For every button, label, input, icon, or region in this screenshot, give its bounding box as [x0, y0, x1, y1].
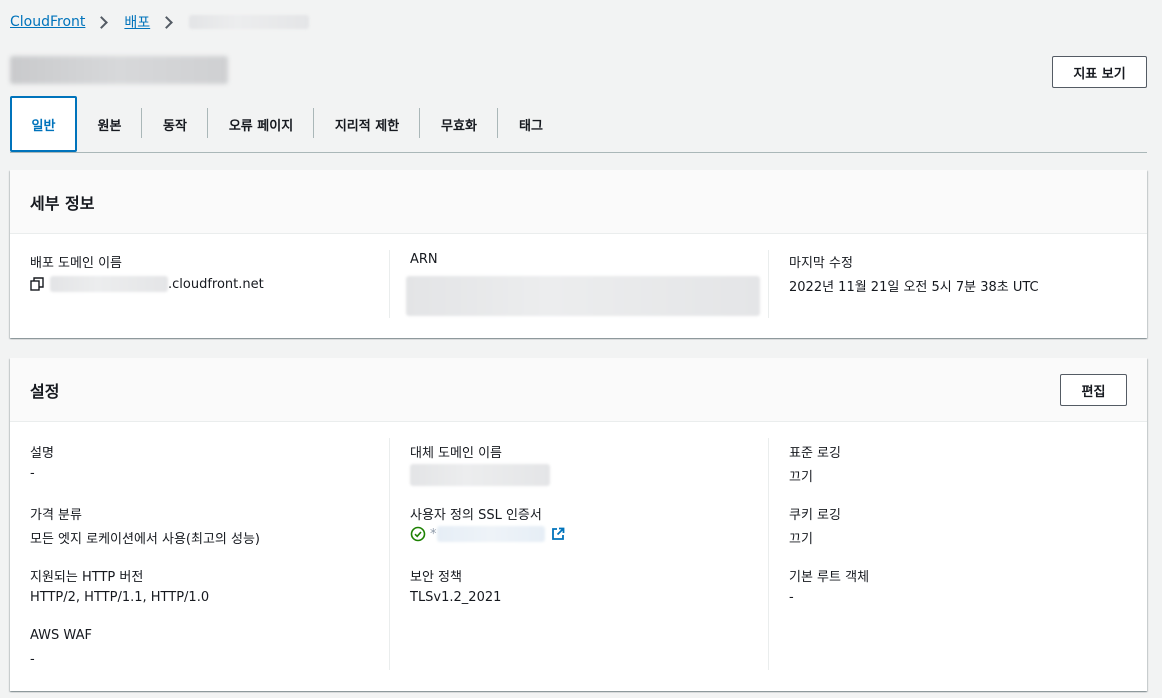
ssl-certificate-prefix: * [430, 526, 437, 542]
ssl-certificate-value: * [410, 526, 565, 542]
tab-geo-restriction[interactable]: 지리적 제한 [314, 96, 420, 152]
description-label: 설명 [30, 446, 54, 461]
column-divider [768, 438, 769, 670]
edit-button[interactable]: 편집 [1060, 374, 1127, 406]
external-link-icon[interactable] [551, 527, 565, 541]
column-divider [389, 438, 390, 670]
security-policy-value: TLSv1.2_2021 [410, 590, 502, 605]
tab-tags[interactable]: 태그 [498, 96, 564, 152]
domain-name-value: .cloudfront.net [30, 276, 264, 292]
check-circle-icon [410, 526, 426, 542]
tab-invalidations[interactable]: 무효화 [420, 96, 498, 152]
view-metrics-button[interactable]: 지표 보기 [1052, 56, 1147, 88]
column-divider [768, 250, 769, 318]
aws-waf-value: - [30, 652, 35, 667]
last-modified-value: 2022년 11월 21일 오전 5시 7분 38초 UTC [789, 280, 1039, 295]
page-title-redacted [10, 56, 228, 84]
http-versions-value: HTTP/2, HTTP/1.1, HTTP/1.0 [30, 590, 210, 605]
settings-panel: 설정 편집 설명 - 가격 분류 모든 엣지 로케이션에서 사용(최고의 성능)… [10, 358, 1147, 691]
breadcrumb: CloudFront 배포 [10, 12, 310, 32]
column-divider [389, 250, 390, 318]
tab-bar: 일반 원본 동작 오류 페이지 지리적 제한 무효화 태그 [10, 96, 1147, 153]
tab-general[interactable]: 일반 [10, 96, 77, 152]
details-title: 세부 정보 [30, 194, 95, 213]
tab-label: 지리적 제한 [334, 118, 400, 134]
chevron-right-icon [160, 15, 174, 29]
domain-name-label: 배포 도메인 이름 [30, 256, 122, 271]
tab-behaviors[interactable]: 동작 [142, 96, 208, 152]
default-root-object-value: - [789, 590, 794, 605]
tab-origins[interactable]: 원본 [77, 96, 142, 152]
arn-label: ARN [410, 252, 438, 267]
cookie-logging-label: 쿠키 로깅 [789, 508, 841, 523]
settings-title: 설정 [30, 382, 60, 401]
alternate-domain-label: 대체 도메인 이름 [410, 446, 502, 461]
standard-logging-label: 표준 로깅 [789, 446, 841, 461]
chevron-right-icon [95, 15, 109, 29]
domain-suffix: .cloudfront.net [168, 276, 264, 292]
domain-prefix-redacted [50, 276, 168, 292]
details-panel: 세부 정보 배포 도메인 이름 .cloudfront.net ARN 마지막 … [10, 170, 1147, 338]
last-modified-label: 마지막 수정 [789, 256, 853, 271]
breadcrumb-cloudfront-link[interactable]: CloudFront [10, 14, 85, 30]
price-class-label: 가격 분류 [30, 508, 82, 523]
tab-label: 동작 [163, 118, 187, 134]
standard-logging-value: 끄기 [789, 470, 813, 485]
ssl-certificate-id-redacted[interactable] [436, 526, 545, 542]
tab-error-pages[interactable]: 오류 페이지 [208, 96, 314, 152]
tab-label: 원본 [97, 118, 122, 134]
description-value: - [30, 466, 35, 481]
tab-label: 오류 페이지 [228, 118, 294, 134]
aws-waf-label: AWS WAF [30, 628, 92, 643]
cookie-logging-value: 끄기 [789, 532, 813, 547]
arn-value-redacted [406, 276, 760, 316]
default-root-object-label: 기본 루트 객체 [789, 570, 870, 585]
breadcrumb-distributions-link[interactable]: 배포 [124, 12, 150, 32]
breadcrumb-distribution-id-redacted [189, 15, 310, 29]
settings-panel-header: 설정 편집 [10, 358, 1147, 422]
details-panel-header: 세부 정보 [10, 170, 1147, 234]
alternate-domain-value-redacted [410, 464, 550, 486]
tab-label: 무효화 [441, 118, 477, 134]
copy-icon[interactable] [30, 277, 44, 291]
ssl-certificate-label: 사용자 정의 SSL 인증서 [410, 508, 542, 523]
price-class-value: 모든 엣지 로케이션에서 사용(최고의 성능) [30, 532, 260, 547]
security-policy-label: 보안 정책 [410, 570, 462, 585]
http-versions-label: 지원되는 HTTP 버전 [30, 570, 144, 585]
